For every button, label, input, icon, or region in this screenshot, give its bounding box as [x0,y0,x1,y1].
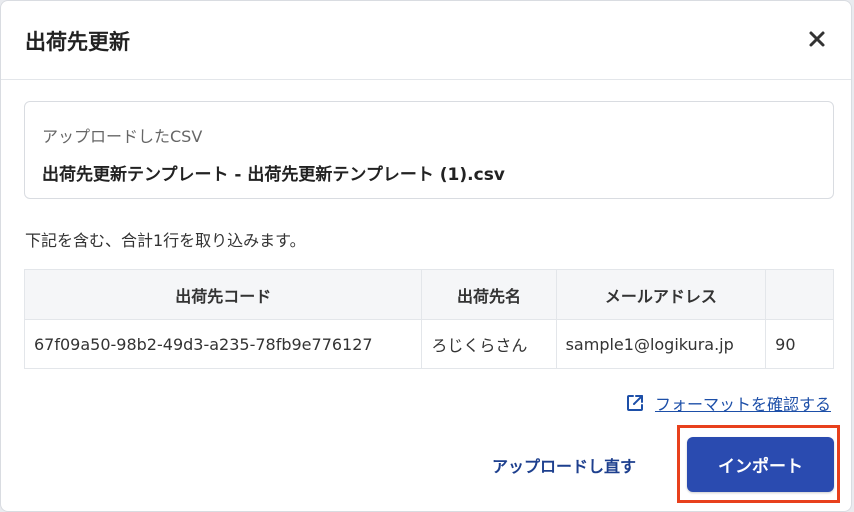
column-header-name: 出荷先名 [421,269,557,320]
cell-name: ろじくらさん [421,319,557,369]
import-summary: 下記を含む、合計1行を取り込みます。 [25,231,306,250]
column-header-code: 出荷先コード [24,269,423,320]
external-link-icon [626,395,643,411]
preview-table-container[interactable]: 出荷先コード 出荷先名 メールアドレス 67f09a50-98b2-49d3-a… [24,269,834,369]
table-row: 67f09a50-98b2-49d3-a235-78fb9e776127 ろじく… [24,319,834,369]
uploaded-file-name: 出荷先更新テンプレート - 出荷先更新テンプレート (1).csv [42,165,505,185]
check-format-link[interactable]: フォーマットを確認する [625,391,831,415]
dialog-title: 出荷先更新 [25,30,130,54]
column-header-email: メールアドレス [555,269,767,320]
import-button[interactable]: インポート [687,437,834,492]
table-header-row: 出荷先コード 出荷先名 メールアドレス [24,269,834,320]
cell-code: 67f09a50-98b2-49d3-a235-78fb9e776127 [24,319,423,369]
uploaded-file-label: アップロードしたCSV [42,127,203,146]
update-destination-dialog: 出荷先更新 アップロードしたCSV 出荷先更新テンプレート - 出荷先更新テンプ… [0,0,852,512]
column-header-extra [765,269,834,320]
preview-table: 出荷先コード 出荷先名 メールアドレス 67f09a50-98b2-49d3-a… [24,269,834,369]
uploaded-file-box: アップロードしたCSV 出荷先更新テンプレート - 出荷先更新テンプレート (1… [24,101,834,199]
close-icon [809,31,825,47]
dialog-header: 出荷先更新 [1,1,851,80]
reupload-button[interactable]: アップロードし直す [471,445,657,485]
check-format-link-text: フォーマットを確認する [654,395,831,414]
cell-extra: 90 [765,319,834,369]
close-button[interactable] [803,25,831,53]
cell-email: sample1@logikura.jp [555,319,767,369]
